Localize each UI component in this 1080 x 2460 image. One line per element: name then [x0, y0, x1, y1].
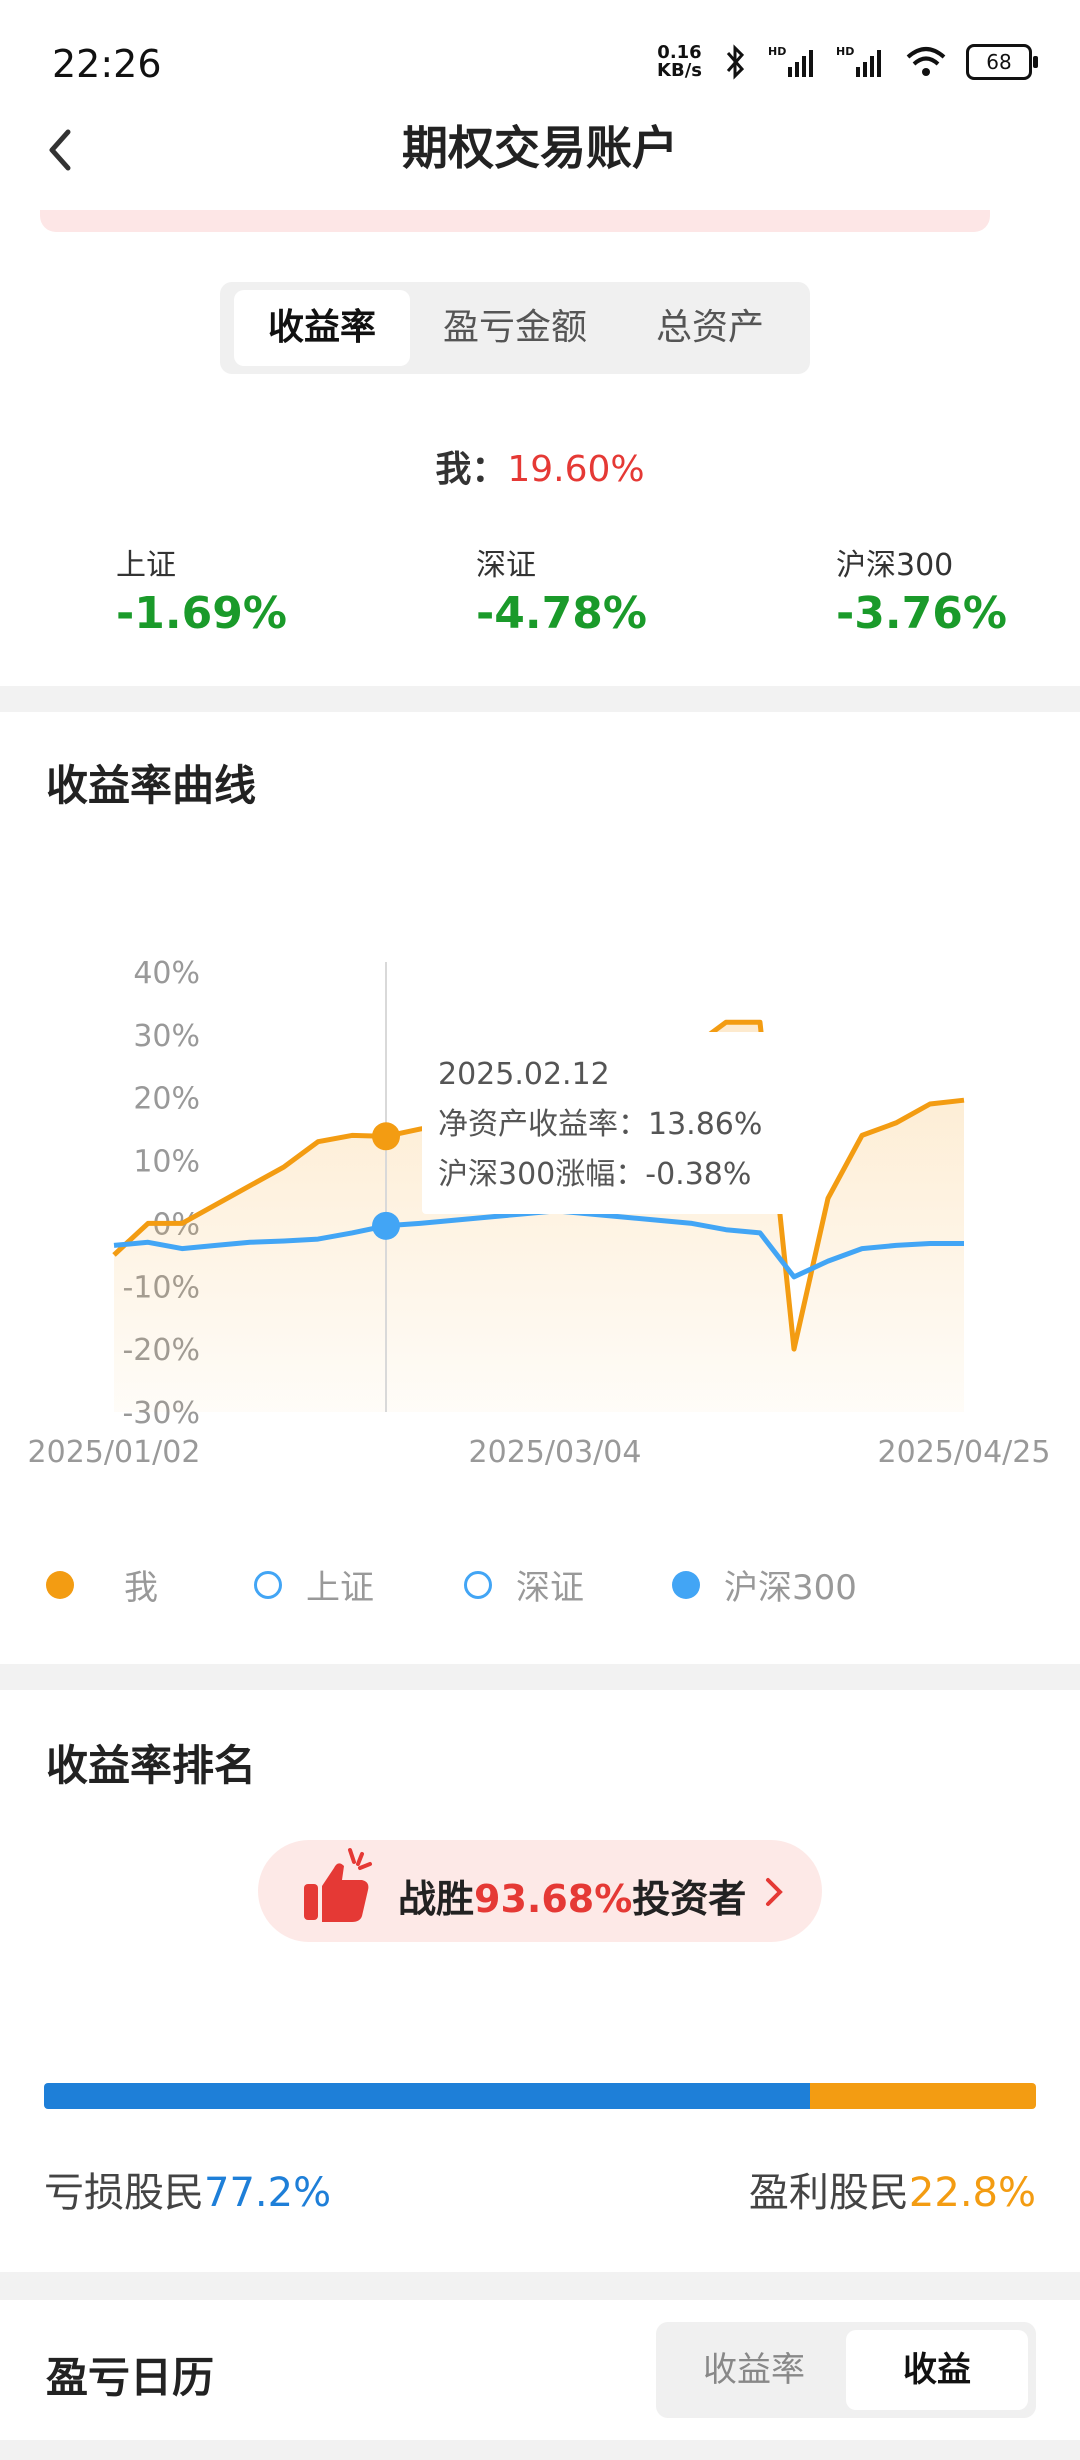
y-tick-label: 30%	[133, 1019, 200, 1054]
tooltip-line-2: 沪深300涨幅：-0.38%	[438, 1157, 751, 1192]
my-return: 我：19.60%	[0, 440, 1080, 492]
index-value: -3.76%	[836, 588, 1007, 639]
tooltip-date: 2025.02.12	[438, 1057, 610, 1092]
signal-icon-2: HD	[836, 45, 881, 77]
tab-profit-amount[interactable]: 盈亏金额	[420, 290, 610, 366]
my-return-value: 19.60%	[507, 449, 645, 490]
return-curve-title: 收益率曲线	[46, 761, 257, 810]
legend-me[interactable]: 我	[46, 1560, 158, 1609]
point-me	[372, 1122, 400, 1151]
legend-dot-icon	[46, 1570, 74, 1599]
page-title: 期权交易账户	[402, 121, 678, 175]
beat-investors-button[interactable]: 战胜93.68%投资者	[258, 1840, 822, 1942]
loss-percentage: 77.2%	[204, 2170, 332, 2216]
beat-percentage: 93.68%	[474, 1877, 633, 1921]
x-tick-label: 2025/04/25	[878, 1435, 1051, 1470]
legend-dot-icon	[254, 1570, 282, 1599]
y-tick-label: 20%	[133, 1082, 200, 1117]
index-value: -4.78%	[476, 588, 647, 639]
banner-strip	[40, 210, 990, 232]
summary-card: 收益率 盈亏金额 总资产 我：19.60% 上证 -1.69% 深证 -4.78…	[0, 210, 1080, 686]
chevron-right-icon	[766, 1878, 783, 1906]
thumbs-up-icon	[304, 1848, 372, 1922]
index-name: 沪深300	[836, 548, 954, 583]
legend-shanghai[interactable]: 上证	[254, 1560, 374, 1609]
ranking-title: 收益率排名	[46, 1741, 257, 1790]
loss-investors: 亏损股民77.2%	[44, 2170, 332, 2216]
beat-investors-text: 战胜93.68%投资者	[398, 1877, 747, 1921]
y-tick-label: 40%	[133, 956, 200, 991]
legend-dot-icon	[672, 1570, 700, 1599]
tab-total-assets[interactable]: 总资产	[620, 290, 800, 366]
loss-ratio-bar	[44, 2083, 810, 2109]
index-name: 上证	[116, 548, 176, 583]
index-hs300: 沪深300 -3.76%	[836, 540, 1007, 639]
profit-investors: 盈利股民22.8%	[748, 2170, 1036, 2216]
svg-text:HD: HD	[768, 45, 786, 58]
battery-icon: 68	[966, 44, 1038, 80]
legend-dot-icon	[464, 1570, 492, 1599]
index-shanghai: 上证 -1.69%	[116, 540, 287, 639]
tooltip-line-1: 净资产收益率：13.86%	[438, 1107, 762, 1142]
y-tick-label: 10%	[133, 1145, 200, 1180]
chart-tooltip: 2025.02.12 净资产收益率：13.86% 沪深300涨幅：-0.38%	[422, 1032, 798, 1214]
chart-legend: 我 上证 深证 沪深300	[0, 1560, 1080, 1620]
calendar-option-return-rate[interactable]: 收益率	[664, 2330, 844, 2410]
calendar-option-profit[interactable]: 收益	[846, 2330, 1028, 2410]
status-icons: 0.16 KB/s HD HD 68	[657, 42, 1038, 81]
signal-icon: HD	[768, 45, 813, 77]
x-tick-label: 2025/01/02	[28, 1435, 201, 1470]
my-return-label: 我：	[435, 449, 508, 490]
status-time: 22:26	[52, 42, 162, 86]
point-hs300	[372, 1211, 400, 1240]
legend-shenzhen[interactable]: 深证	[464, 1560, 584, 1609]
x-tick-label: 2025/03/04	[469, 1435, 642, 1470]
calendar-title: 盈亏日历	[46, 2353, 215, 2402]
metric-tabs: 收益率 盈亏金额 总资产	[220, 282, 810, 374]
return-curve-chart[interactable]: 40%30%20%10%0%-10%-20%-30% 2025/01/02202…	[0, 930, 1080, 1490]
calendar-toggle: 收益率 收益	[656, 2322, 1036, 2418]
svg-text:HD: HD	[836, 45, 854, 58]
legend-hs300[interactable]: 沪深300	[672, 1560, 857, 1609]
tab-return-rate[interactable]: 收益率	[234, 290, 410, 366]
app-header: 期权交易账户	[0, 90, 1080, 210]
profit-ratio-bar	[810, 2083, 1036, 2109]
network-speed: 0.16 KB/s	[657, 42, 702, 81]
index-name: 深证	[476, 548, 536, 583]
index-value: -1.69%	[116, 588, 287, 639]
bluetooth-icon	[726, 44, 745, 80]
index-shenzhen: 深证 -4.78%	[476, 540, 647, 639]
profit-percentage: 22.8%	[908, 2170, 1036, 2216]
wifi-icon	[906, 47, 946, 76]
